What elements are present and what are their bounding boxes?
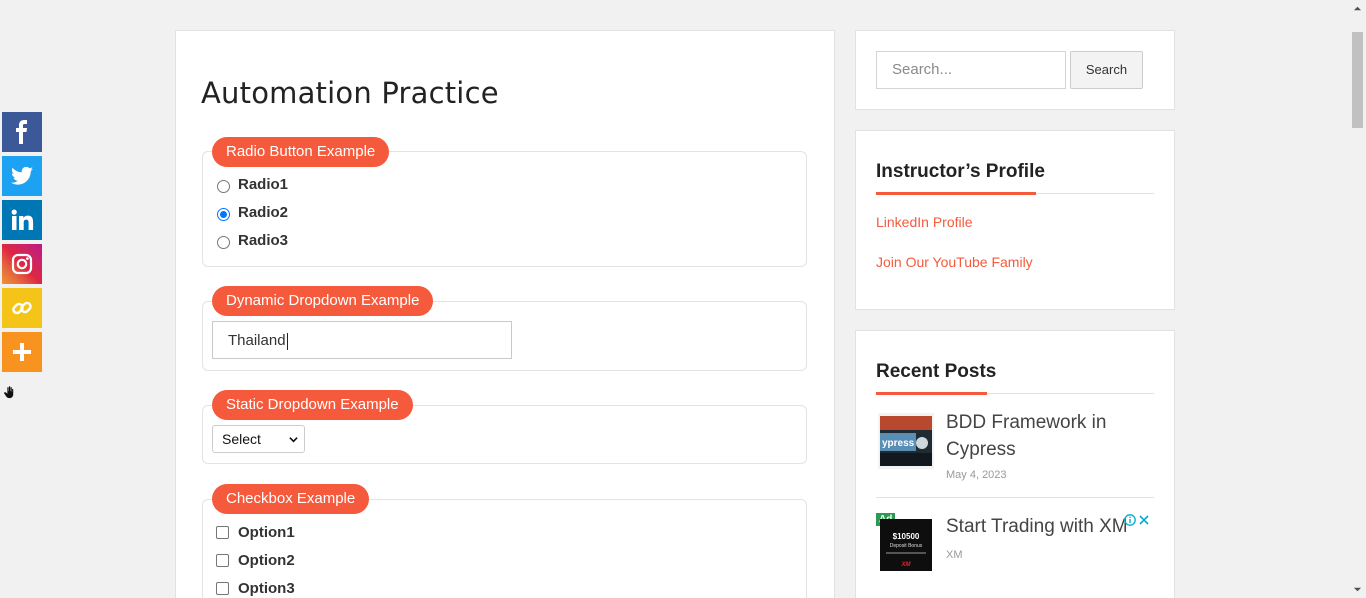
facebook-share-button[interactable] <box>2 112 42 152</box>
linkedin-icon <box>11 209 34 230</box>
checkbox-option3[interactable]: Option3 <box>216 580 295 597</box>
instagram-icon <box>11 253 33 275</box>
select-value: Select <box>222 431 261 447</box>
checkbox-option2[interactable]: Option2 <box>216 552 295 569</box>
search-widget: Search... Search <box>855 30 1175 110</box>
country-autocomplete-input[interactable]: Thailand <box>212 321 512 359</box>
ad-title-link[interactable]: Start Trading with XM <box>946 513 1131 540</box>
checkbox-box[interactable] <box>216 526 229 539</box>
widget-title-underline <box>876 392 987 395</box>
radio-button-fieldset <box>202 151 807 267</box>
copy-link-icon <box>12 301 32 315</box>
dynamic-dropdown-legend: Dynamic Dropdown Example <box>212 286 434 316</box>
post-thumbnail[interactable]: ypress <box>878 413 934 469</box>
radio-option-radio1[interactable]: Radio1 <box>217 176 288 193</box>
ad-info-icon[interactable] <box>1124 514 1136 526</box>
widget-title: Instructor’s Profile <box>876 161 1045 182</box>
radio-circle[interactable] <box>217 236 230 249</box>
text-cursor <box>286 332 288 350</box>
copy-link-button[interactable] <box>2 288 42 328</box>
post-divider <box>876 497 1154 498</box>
xm-ad-image: $10500 Deposit Bonus XM <box>880 519 932 571</box>
autocomplete-value: Thailand <box>228 332 286 349</box>
post-title-line: BDD Framework in <box>946 412 1107 433</box>
recent-posts-widget: Recent Posts ypress BDD Framework in Cyp… <box>855 330 1175 598</box>
checkbox-legend: Checkbox Example <box>212 484 370 514</box>
social-share-bar <box>2 112 42 376</box>
radio-label: Radio1 <box>238 176 289 193</box>
more-icon <box>13 343 31 361</box>
instagram-share-button[interactable] <box>2 244 42 284</box>
scroll-down-arrow-icon[interactable] <box>1353 585 1362 594</box>
radio-circle-selected[interactable] <box>217 208 230 221</box>
more-share-button[interactable] <box>2 332 42 372</box>
search-button[interactable]: Search <box>1070 51 1143 89</box>
ad-thumb-amount: $10500 <box>893 532 920 541</box>
chevron-down-icon <box>289 437 298 443</box>
ad-source: XM <box>946 549 963 561</box>
instructor-profile-widget: Instructor’s Profile LinkedIn Profile Jo… <box>855 130 1175 310</box>
hide-share-bar-hand-icon[interactable] <box>3 385 17 399</box>
radio-option-radio2[interactable]: Radio2 <box>217 204 288 221</box>
youtube-family-link[interactable]: Join Our YouTube Family <box>876 254 1033 270</box>
widget-title: Recent Posts <box>876 361 997 382</box>
radio-button-legend: Radio Button Example <box>212 137 390 167</box>
checkbox-label: Option2 <box>238 552 295 569</box>
static-dropdown-select[interactable]: Select <box>212 425 305 453</box>
xm-logo: XM <box>901 562 912 568</box>
scroll-up-arrow-icon[interactable] <box>1353 4 1362 13</box>
twitter-share-button[interactable] <box>2 156 42 196</box>
ad-thumb-text: Deposit Bonus <box>890 543 923 549</box>
page-scrollbar[interactable] <box>1349 0 1366 598</box>
linkedin-profile-link[interactable]: LinkedIn Profile <box>876 214 973 230</box>
twitter-icon <box>11 166 33 185</box>
checkbox-box[interactable] <box>216 582 229 595</box>
widget-title-underline <box>876 192 1036 195</box>
radio-option-radio3[interactable]: Radio3 <box>217 232 288 249</box>
svg-text:ypress: ypress <box>882 438 915 449</box>
checkbox-label: Option3 <box>238 580 295 597</box>
radio-label: Radio3 <box>238 232 289 249</box>
checkbox-box[interactable] <box>216 554 229 567</box>
post-date: May 4, 2023 <box>946 469 1007 481</box>
checkbox-option1[interactable]: Option1 <box>216 524 295 541</box>
ad-controls <box>1124 514 1150 526</box>
radio-label: Radio2 <box>238 204 289 221</box>
facebook-icon <box>16 120 27 144</box>
ad-close-icon[interactable] <box>1138 514 1150 526</box>
ad-thumbnail[interactable]: $10500 Deposit Bonus XM <box>878 519 934 575</box>
radio-circle[interactable] <box>217 180 230 193</box>
cypress-thumbnail-image: ypress <box>878 413 934 469</box>
page-title: Automation Practice <box>201 76 499 110</box>
post-title-link[interactable]: BDD Framework in Cypress <box>946 409 1146 463</box>
checkbox-label: Option1 <box>238 524 295 541</box>
static-dropdown-legend: Static Dropdown Example <box>212 390 413 420</box>
search-input[interactable]: Search... <box>876 51 1066 89</box>
linkedin-share-button[interactable] <box>2 200 42 240</box>
scrollbar-thumb[interactable] <box>1352 32 1363 128</box>
post-title-line: Cypress <box>946 439 1016 460</box>
